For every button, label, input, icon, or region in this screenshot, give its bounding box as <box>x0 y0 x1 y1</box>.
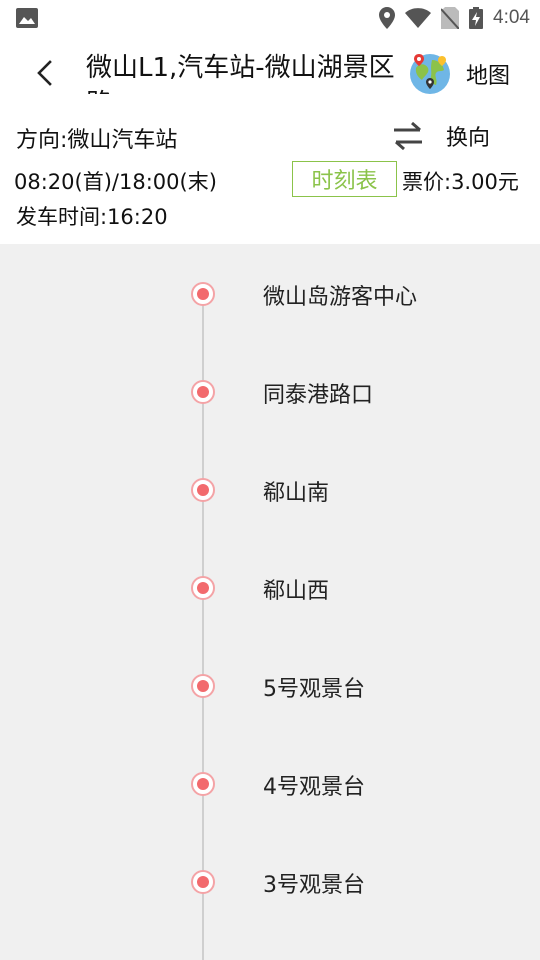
stop-name: 4号观景台 <box>263 775 365 800</box>
stop-dot-icon <box>191 478 215 502</box>
stop-item[interactable]: 郗山西 <box>0 538 540 636</box>
departure-time: 发车时间:16:20 <box>16 205 168 229</box>
direction-label: 方向: <box>16 128 68 153</box>
swap-direction-button[interactable]: 换向 <box>390 120 500 152</box>
service-hours: 08:20(首)/18:00(末) <box>14 170 217 194</box>
image-icon <box>16 8 38 28</box>
schedule-button[interactable]: 时刻表 <box>292 161 397 197</box>
stop-name: 5号观景台 <box>263 677 365 702</box>
stop-item[interactable]: 5号观景台 <box>0 636 540 734</box>
clock: 4:04 <box>493 7 530 28</box>
stop-name: 郗山南 <box>263 481 330 506</box>
stop-item[interactable]: 同泰港路口 <box>0 342 540 440</box>
stop-item[interactable]: 微山岛游客中心 <box>0 244 540 342</box>
stop-dot-icon <box>191 772 215 796</box>
status-bar: 4:04 <box>0 0 540 36</box>
stop-list: 微山岛游客中心 同泰港路口 郗山南 郗山西 5号观景台 4号观景台 3号观景台 <box>0 244 540 960</box>
status-icons: 4:04 <box>379 6 530 30</box>
stop-item[interactable]: 4号观景台 <box>0 734 540 832</box>
globe-map-icon <box>410 54 450 94</box>
direction-text: 方向:微山汽车站 <box>16 122 177 154</box>
back-icon[interactable] <box>28 56 62 90</box>
swap-arrows-icon <box>394 121 422 151</box>
map-label: 地图 <box>466 64 511 89</box>
stop-dot-icon <box>191 282 215 306</box>
line-header: 微山L1,汽车站-微山湖景区路 地图 方向:微山汽车站 换向 08:20(首)/… <box>0 36 540 244</box>
battery-charging-icon <box>469 7 484 29</box>
stop-dot-icon <box>191 674 215 698</box>
stop-dot-icon <box>191 380 215 404</box>
stop-item[interactable]: 3号观景台 <box>0 832 540 930</box>
stop-name: 微山岛游客中心 <box>263 285 418 310</box>
stop-name: 3号观景台 <box>263 873 365 898</box>
stop-item[interactable]: 郗山南 <box>0 440 540 538</box>
stop-dot-icon <box>191 576 215 600</box>
swap-label: 换向 <box>446 126 491 151</box>
map-button[interactable]: 地图 <box>408 50 532 98</box>
page-title: 微山L1,汽车站-微山湖景区路 <box>86 53 395 94</box>
wifi-icon <box>405 8 432 28</box>
direction-value: 微山汽车站 <box>67 128 178 153</box>
stop-name: 郗山西 <box>263 579 330 604</box>
no-sim-icon <box>441 7 460 29</box>
fare-text: 票价:3.00元 <box>402 170 519 194</box>
stop-name: 同泰港路口 <box>263 383 374 408</box>
stop-dot-icon <box>191 870 215 894</box>
location-icon <box>379 7 396 29</box>
